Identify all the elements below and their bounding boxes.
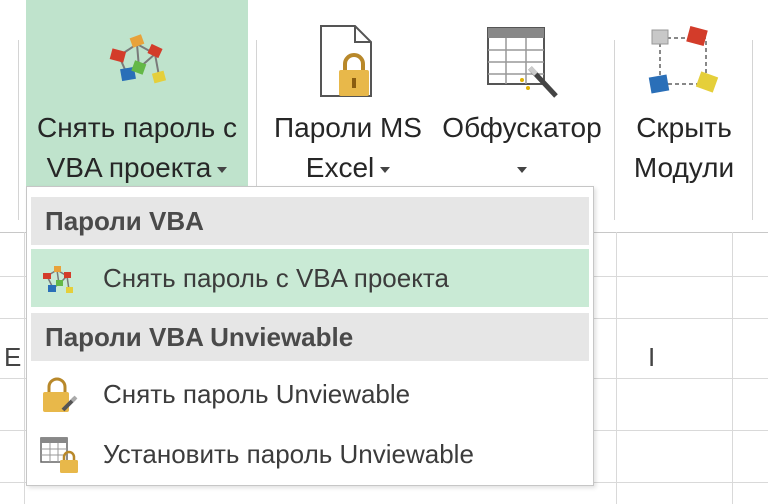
ribbon-separator [752,40,753,220]
hide-button-label-2: Модули [633,152,735,183]
vba-modules-icon [97,26,177,101]
grid-line [732,232,733,504]
chevron-down-icon [217,166,228,173]
vba-modules-icon [39,260,77,318]
vba-button-label-2: VBA проекта [46,152,212,183]
grid-lock-icon [39,436,79,494]
ribbon-separator [18,40,19,220]
chevron-down-icon [517,166,527,173]
hide-button-label-1: Скрыть [636,112,732,143]
column-header-i: I [648,342,656,372]
ms-button-label-2: Excel [305,152,375,183]
locked-document-icon [313,22,383,107]
hide-modules-button[interactable]: Скрыть Модули [620,0,748,232]
column-header-e: E [4,342,22,372]
menu-item-remove-vba-password[interactable]: Снять пароль с VBA проекта [31,249,589,307]
obfuscator-label: Обфускатор [442,112,602,143]
vba-button-label-2-row: VBA проекта [26,148,248,188]
grid-line [24,232,25,504]
menu-section-vba-unviewable: Пароли VBA Unviewable [31,313,589,361]
vba-button-label-1: Снять пароль с [36,112,237,143]
vba-password-dropdown: Пароли VBA Снять пароль с VBA проекта Па… [26,186,594,486]
chevron-down-icon [380,166,391,173]
menu-section-vba-passwords: Пароли VBA [31,197,589,245]
ribbon-separator [614,40,615,220]
obfuscator-caret-row [436,148,608,188]
ms-button-label-1: Пароли MS [274,112,422,143]
menu-item-label: Снять пароль с VBA проекта [103,263,449,293]
menu-item-set-unviewable[interactable]: Установить пароль Unviewable [31,425,589,483]
menu-item-label: Установить пароль Unviewable [103,439,474,469]
menu-item-remove-unviewable[interactable]: Снять пароль Unviewable [31,365,589,423]
grid-line [616,232,617,504]
hidden-modules-icon [646,24,722,105]
ms-button-label-2-row: Excel [262,148,434,188]
grid-wand-icon [482,22,562,107]
remove-vba-password-button[interactable]: Снять пароль с VBA проекта [26,0,248,186]
menu-item-label: Снять пароль Unviewable [103,379,411,409]
